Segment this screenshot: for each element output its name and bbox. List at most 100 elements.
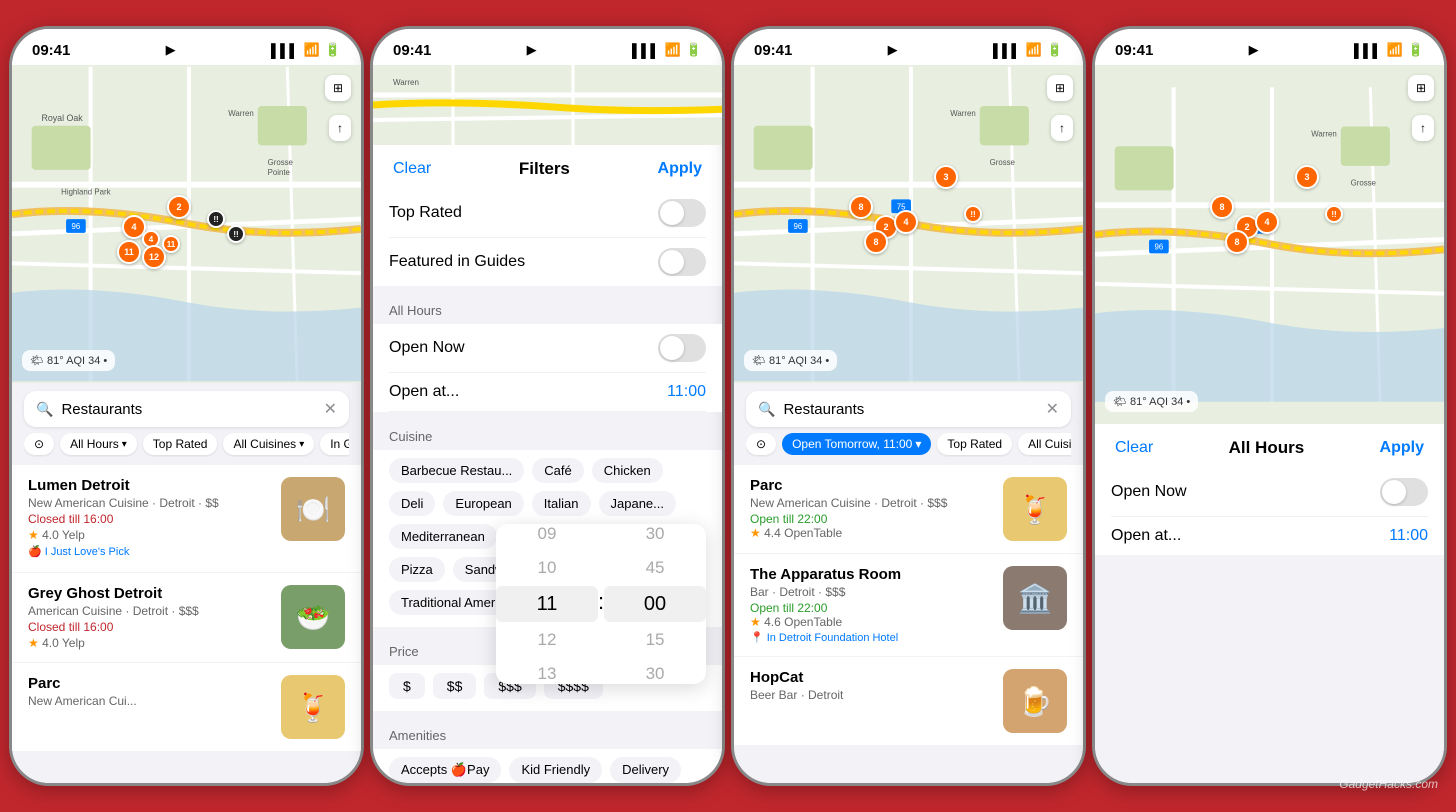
filter4-openat-value[interactable]: 11:00 [1389,527,1428,545]
map-pin-1[interactable]: 2 [167,195,191,219]
tag-applepay[interactable]: Accepts 🍎Pay [389,757,501,783]
search-clear-1[interactable]: ✕ [324,399,337,419]
min-15[interactable]: 15 [636,624,675,656]
results-list-3: Parc New American Cuisine · Detroit · $$… [734,465,1083,783]
map-pin3-3[interactable]: 8 [849,195,873,219]
tag-kidfriendly[interactable]: Kid Friendly [509,757,602,783]
tag-italian[interactable]: Italian [532,491,591,516]
all-hours-apply[interactable]: Apply [1380,439,1424,457]
search-icon-1: 🔍 [36,401,53,418]
chip-hours-1[interactable]: All Hours ▾ [60,433,137,455]
tag-japanese[interactable]: Japane... [599,491,677,516]
chip-hours-3[interactable]: Open Tomorrow, 11:00 ▾ [782,433,931,455]
map-layers-button-4[interactable]: ⊞ [1408,75,1434,101]
price-2[interactable]: $$ [433,673,477,699]
min-30b[interactable]: 30 [636,658,675,684]
min-30a[interactable]: 30 [636,524,675,550]
search-text-3[interactable]: Restaurants [783,401,1037,418]
time-4: 09:41 [1115,42,1153,59]
filter-openat-value[interactable]: 11:00 [667,383,706,401]
tag-cafe[interactable]: Café [532,458,583,483]
wifi-icon-4: 📶 [1387,42,1403,58]
tag-european[interactable]: European [443,491,523,516]
map-pin-6[interactable]: 11 [162,235,180,253]
result3-item-2[interactable]: HopCat Beer Bar · Detroit 🍺 [734,657,1083,745]
svg-text:Warren: Warren [228,109,253,118]
tag-barbecue[interactable]: Barbecue Restau... [389,458,524,483]
status-icons-2: ▌▌▌ 📶 🔋 [632,42,702,58]
result-item-2[interactable]: Parc New American Cui... 🍹 [12,663,361,751]
result-name-0: Lumen Detroit [28,477,271,494]
chip-toprated-3[interactable]: Top Rated [937,433,1012,455]
map-layers-button-3[interactable]: ⊞ [1047,75,1073,101]
tag-delivery[interactable]: Delivery [610,757,681,783]
map-pin3-1[interactable]: 3 [934,165,958,189]
map-compass-button-4[interactable]: ↑ [1412,115,1434,141]
result-img-2: 🍹 [281,675,345,739]
hour-13[interactable]: 13 [528,658,567,684]
map-compass-button[interactable]: ↑ [329,115,351,141]
location-icon-4: ▶ [1249,42,1259,58]
filter-toprated-toggle[interactable] [658,199,706,227]
map-pin-8[interactable]: !! [227,225,245,243]
svg-text:96: 96 [1155,242,1164,251]
all-hours-panel: Clear All Hours Apply Open Now Open at..… [1095,424,1444,783]
filter-opennow-toggle[interactable] [658,334,706,362]
hour-10[interactable]: 10 [528,552,567,584]
map-2[interactable]: Warren [373,65,722,145]
result-status-0: Closed till 16:00 [28,512,271,526]
chip-cuisines-3[interactable]: All Cuisines ▾ [1018,433,1071,455]
result-item-0[interactable]: Lumen Detroit New American Cuisine · Det… [12,465,361,572]
chip-location-3[interactable]: ⊙ [746,433,776,455]
search-input-row-1[interactable]: 🔍 Restaurants ✕ [24,391,349,427]
chip-location-1[interactable]: ⊙ [24,433,54,455]
price-1[interactable]: $ [389,673,425,699]
chip-cuisines-1[interactable]: All Cuisines ▾ [223,433,314,455]
map-pin3-4[interactable]: 4 [894,210,918,234]
hour-12[interactable]: 12 [528,624,567,656]
min-00[interactable]: 00 [604,586,706,622]
tag-pizza[interactable]: Pizza [389,557,445,582]
filter-apply-button[interactable]: Apply [658,160,702,178]
chip-guides-1[interactable]: In Guides [320,433,349,455]
filter4-opennow-toggle[interactable] [1380,478,1428,506]
hour-09[interactable]: 09 [528,524,567,550]
phone-3: 09:41 ▶ ▌▌▌ 📶 🔋 [731,26,1086,786]
chip-toprated-1[interactable]: Top Rated [143,433,218,455]
result3-name-1: The Apparatus Room [750,566,993,583]
search-input-row-3[interactable]: 🔍 Restaurants ✕ [746,391,1071,427]
map-pin4-1[interactable]: 3 [1295,165,1319,189]
result-item-1[interactable]: Grey Ghost Detroit American Cuisine · De… [12,573,361,662]
filter-panel: Clear Filters Apply Top Rated Featured i… [373,145,722,783]
time-picker[interactable]: 09 10 11 12 13 : 30 45 00 15 30 [496,524,706,684]
filter4-openat-label: Open at... [1111,527,1181,545]
map-pin-4[interactable]: 11 [117,240,141,264]
map-compass-button-3[interactable]: ↑ [1051,115,1073,141]
time-2: 09:41 [393,42,431,59]
map-pin3-6[interactable]: !! [964,205,982,223]
map-3[interactable]: Warren Grosse 96 75 3 2 8 4 8 !! ⊞ ↑ 🌤 8… [734,65,1083,383]
map-pin4-4[interactable]: 4 [1255,210,1279,234]
all-hours-clear[interactable]: Clear [1115,439,1153,457]
map-layers-button[interactable]: ⊞ [325,75,351,101]
map-pin3-5[interactable]: 8 [864,230,888,254]
map-1[interactable]: Royal Oak Highland Park Warren Grosse Po… [12,65,361,383]
filter-openat-label: Open at... [389,383,459,401]
tag-chicken[interactable]: Chicken [592,458,663,483]
map-4[interactable]: Warren Grosse 96 75 3 2 8 4 8 !! ⊞ ↑ 🌤 8… [1095,65,1444,424]
map-pin4-3[interactable]: 8 [1210,195,1234,219]
filter-clear-button[interactable]: Clear [393,160,431,178]
tag-deli[interactable]: Deli [389,491,435,516]
search-text-1[interactable]: Restaurants [61,401,315,418]
signal-icon-1: ▌▌▌ [271,43,299,58]
min-45[interactable]: 45 [636,552,675,584]
tag-mediterranean[interactable]: Mediterranean [389,524,497,549]
result3-item-1[interactable]: The Apparatus Room Bar · Detroit · $$$ O… [734,554,1083,656]
map-pin4-6[interactable]: !! [1325,205,1343,223]
filter-guides-toggle[interactable] [658,248,706,276]
map-pin4-5[interactable]: 8 [1225,230,1249,254]
map-pin-7[interactable]: !! [207,210,225,228]
result3-item-0[interactable]: Parc New American Cuisine · Detroit · $$… [734,465,1083,553]
search-clear-3[interactable]: ✕ [1046,399,1059,419]
hour-11[interactable]: 11 [496,586,598,622]
